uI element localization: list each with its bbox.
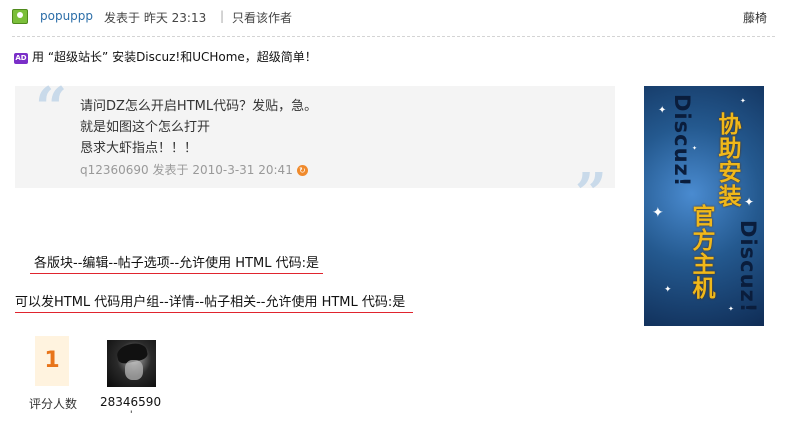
floor-label: 藤椅 [742, 11, 767, 25]
quote-author-time: q12360690 发表于 2010-3-31 20:41 [80, 163, 293, 177]
quote-open-icon: “ [35, 75, 68, 141]
quote-text: 请问DZ怎么开启HTML代码？发贴，急。 就是如图这个怎么打开 恳求大虾指点！！… [80, 96, 317, 159]
quote-block: “ 请问DZ怎么开启HTML代码？发贴，急。 就是如图这个怎么打开 恳求大虾指点… [15, 80, 615, 222]
post-header: popuppp 发表于 昨天 23:13 | 只看该作者 藤椅 [12, 8, 775, 28]
discuz-hosting-banner[interactable]: ✦ ✦ ✦ ✦ ✦ ✦ ✦ ✦ Discuz! 协助安装 官方主机 Discuz… [644, 86, 764, 326]
answer-line-1: 各版块--编辑--帖子选项--允许使用 HTML 代码:是 [30, 252, 323, 274]
only-author-link[interactable]: 只看该作者 [232, 9, 292, 26]
jump-to-post-icon[interactable]: ↻ [296, 165, 308, 176]
answer-line-2: 可以发HTML 代码用户组--详情--帖子相关--允许使用 HTML 代码:是 [15, 291, 414, 313]
quote-line: 恳求大虾指点！！！ [80, 141, 198, 156]
quote-close-icon: ” [574, 161, 607, 227]
header-separator: | [220, 9, 225, 23]
author-link[interactable]: popuppp [40, 9, 93, 23]
banner-text-install: 协助安装 [714, 112, 740, 208]
rater-name[interactable]: 28346590 [100, 395, 161, 409]
ad-icon: AD [14, 53, 28, 64]
rater-avatar[interactable] [107, 340, 156, 387]
quote-line: 就是如图这个怎么打开 [80, 120, 211, 135]
banner-text-host: 官方主机 [688, 204, 714, 300]
banner-text-main: 协助安装 [710, 112, 744, 208]
header-divider [12, 36, 775, 37]
user-status-icon [12, 9, 28, 24]
banner-text-discuz-right: Discuz! [736, 220, 760, 314]
ad-line[interactable]: AD 用 “超级站长” 安装Discuz!和UCHome，超级简单！ [14, 48, 317, 65]
banner-text-discuz-left: Discuz! [670, 94, 694, 188]
quote-line: 请问DZ怎么开启HTML代码？发贴，急。 [80, 99, 318, 114]
rater-mark: ' [130, 410, 133, 420]
rating-count: 1 [44, 348, 60, 373]
post-time: 发表于 昨天 23:13 [104, 11, 207, 25]
rating-count-label: 评分人数 [29, 397, 78, 411]
quote-meta: q12360690 发表于 2010-3-31 20:41 ↻ [80, 161, 308, 178]
ad-link[interactable]: 用 “超级站长” 安装Discuz!和UCHome，超级简单！ [32, 50, 317, 64]
rating-count-box[interactable]: 1 [35, 336, 69, 386]
